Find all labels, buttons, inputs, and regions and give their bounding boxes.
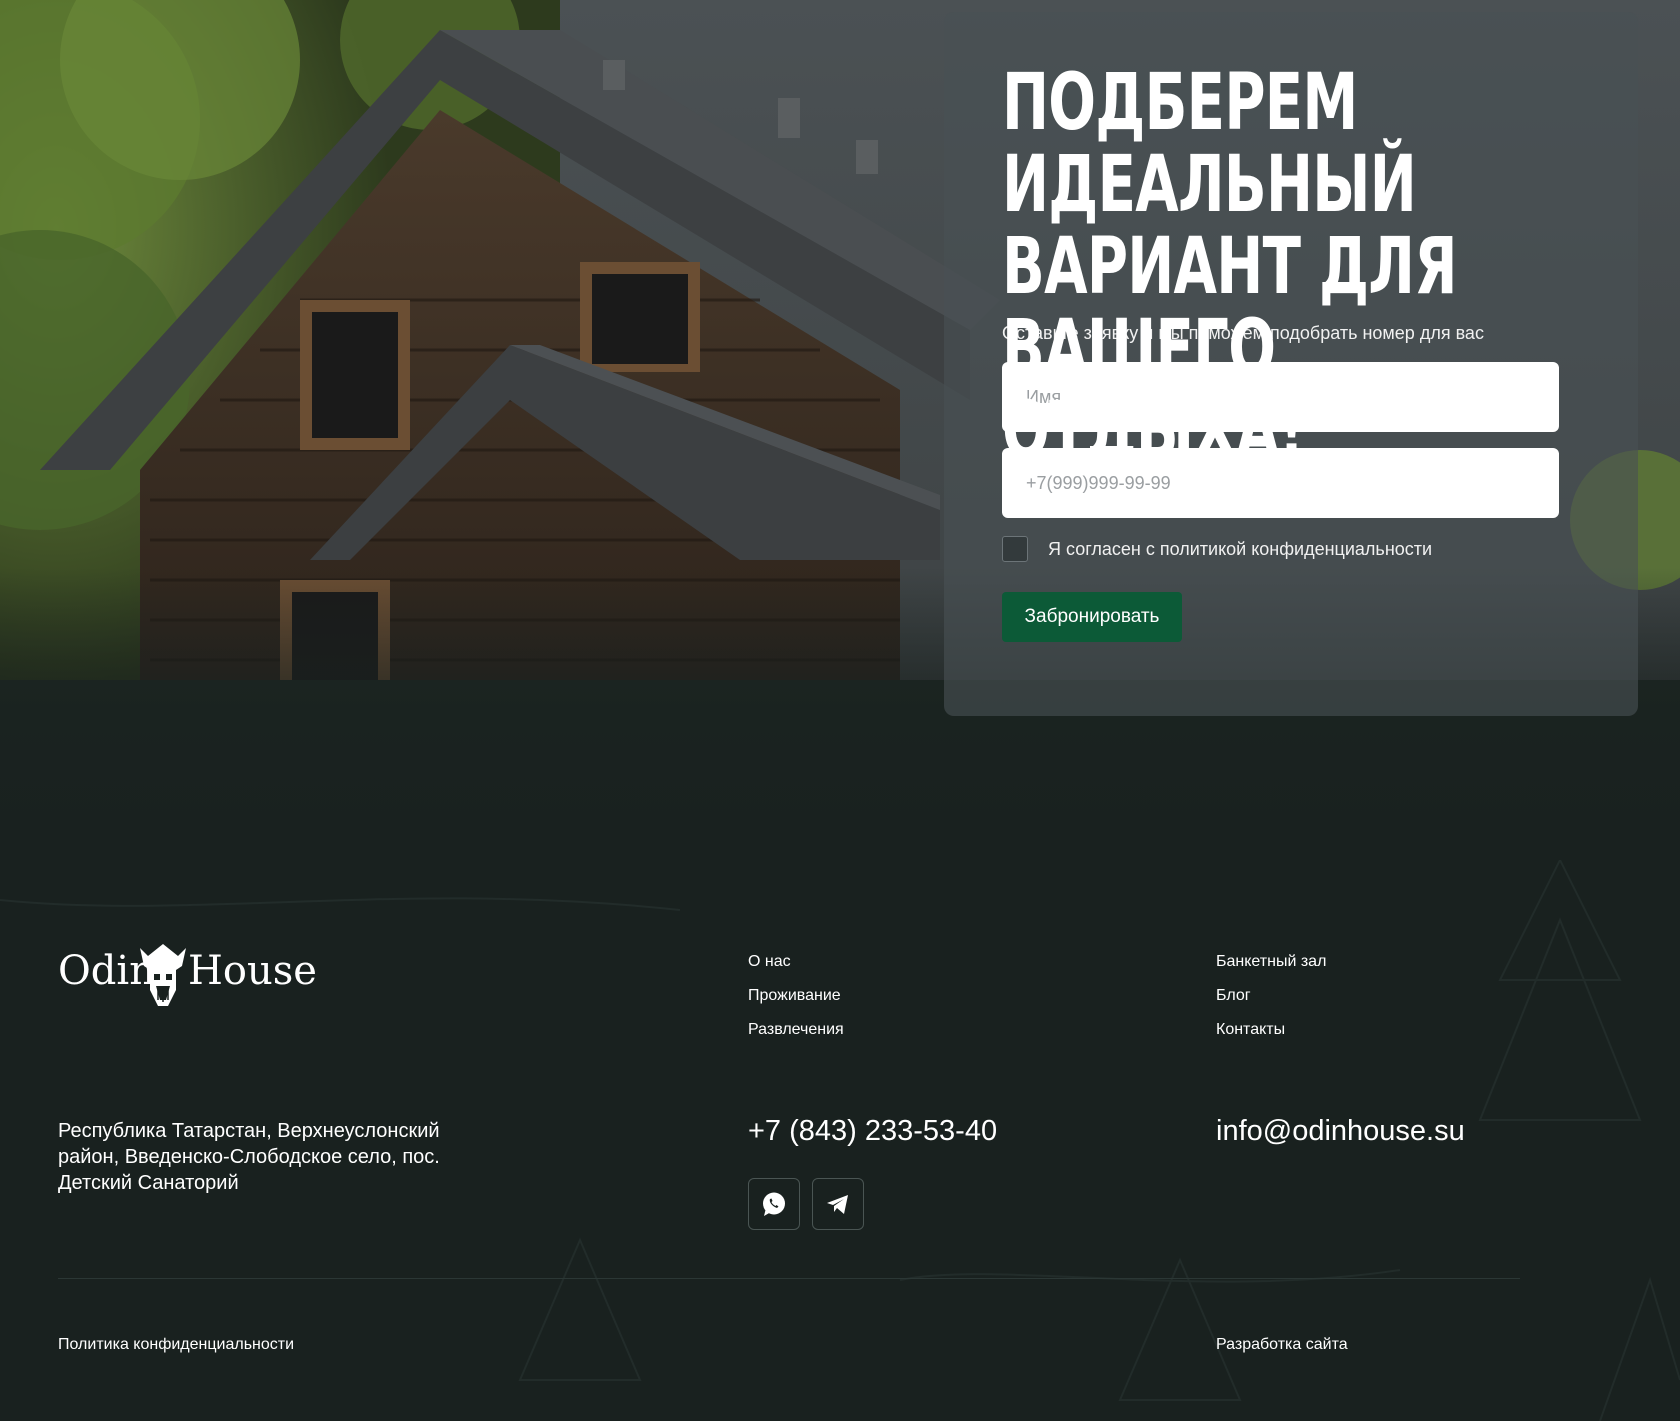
book-button[interactable]: Забронировать [1002,592,1182,642]
nav-link-blog[interactable]: Блог [1216,979,1326,1013]
nav-link-about[interactable]: О нас [748,945,844,979]
nav-link-banquet-hall[interactable]: Банкетный зал [1216,945,1326,979]
nav-link-accommodation[interactable]: Проживание [748,979,844,1013]
form-title: Подберем идеальный вариант для вашего от… [1002,58,1457,476]
footer-divider [58,1278,1520,1279]
viking-helmet-icon [140,944,186,1006]
consent-checkbox[interactable] [1002,536,1028,562]
odin-house-logo[interactable]: Odin House [58,940,317,1010]
telegram-button[interactable] [812,1178,864,1230]
telegram-icon [827,1195,848,1214]
site-development-link[interactable]: Разработка сайта [1216,1336,1348,1354]
nav-link-entertainment[interactable]: Развлечения [748,1013,844,1047]
phone-link[interactable]: +7 (843) 233-53-40 [748,1115,997,1148]
nav-link-contacts[interactable]: Контакты [1216,1013,1326,1047]
privacy-policy-link[interactable]: Политика конфиденциальности [58,1336,294,1354]
whatsapp-icon [763,1192,785,1216]
logo-word-house: House [188,948,317,994]
footer-nav-col-1: О нас Проживание Развлечения [748,945,844,1047]
footer: Odin House О нас Проживание Развлечения … [0,860,1680,1421]
hero-section: Подберем идеальный вариант для вашего от… [0,0,1680,860]
email-link[interactable]: info@odinhouse.su [1216,1115,1465,1148]
footer-nav-col-2: Банкетный зал Блог Контакты [1216,945,1326,1047]
consent-label[interactable]: Я согласен с политикой конфиденциальност… [1048,539,1432,560]
address: Республика Татарстан, Верхнеуслонский ра… [58,1120,440,1194]
booking-form: Подберем идеальный вариант для вашего от… [944,12,1638,716]
whatsapp-button[interactable] [748,1178,800,1230]
consent-row: Я согласен с политикой конфиденциальност… [1002,534,1580,564]
